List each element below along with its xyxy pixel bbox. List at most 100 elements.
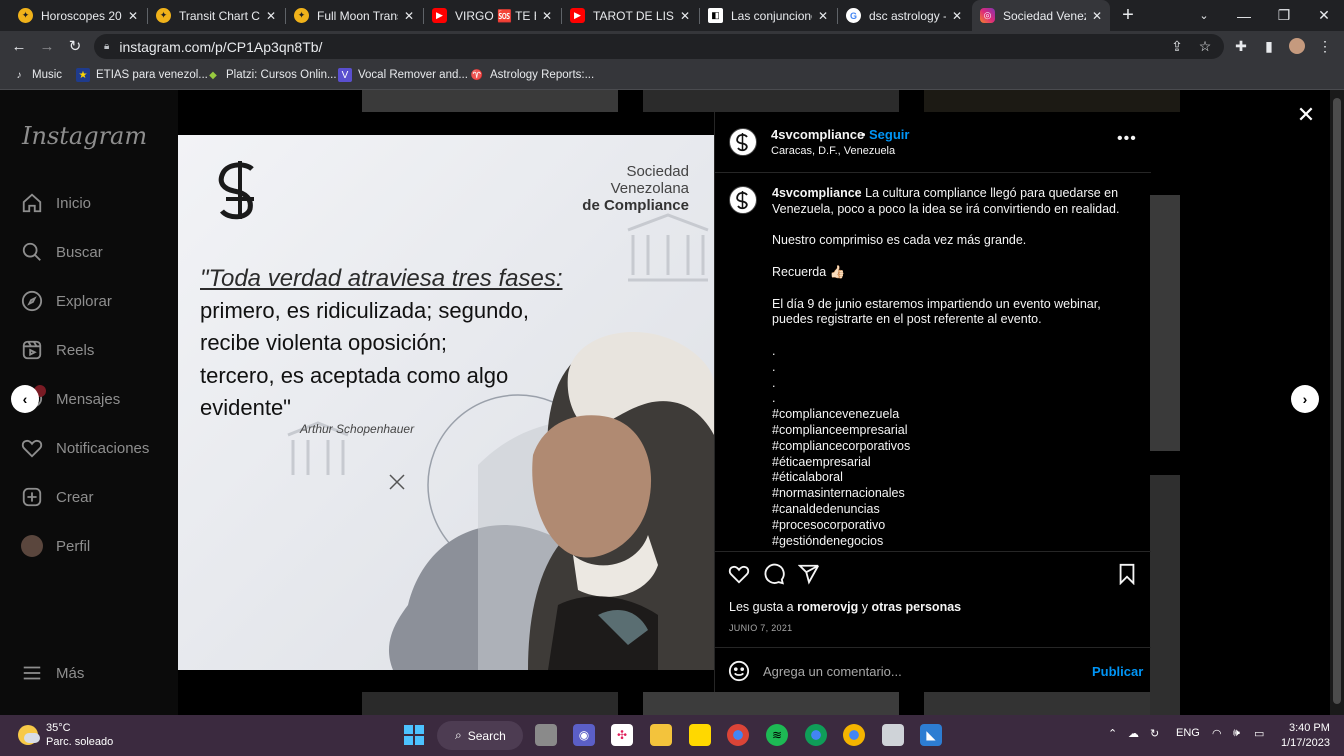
nav-notificaciones[interactable]: Notificaciones bbox=[20, 433, 149, 463]
share-send-icon[interactable] bbox=[797, 562, 821, 586]
sticky-notes-icon[interactable] bbox=[689, 724, 711, 746]
nav-reels[interactable]: Reels bbox=[20, 335, 94, 365]
system-clock[interactable]: 3:40 PM 1/17/2023 bbox=[1281, 721, 1330, 751]
weather-widget[interactable]: 35°C Parc. soleado bbox=[18, 721, 113, 749]
post-author-avatar[interactable] bbox=[729, 128, 757, 156]
post-date: JUNIO 7, 2021 bbox=[729, 623, 793, 633]
chrome-active-icon[interactable] bbox=[843, 724, 865, 746]
bookmark-platzi[interactable]: ◆ Platzi: Cursos Onlin... bbox=[206, 61, 336, 89]
minimize-icon[interactable]: — bbox=[1224, 0, 1264, 31]
publish-comment-button[interactable]: Publicar bbox=[1092, 664, 1143, 679]
photos-icon[interactable]: ◣ bbox=[920, 724, 942, 746]
url-bar[interactable]: 🔒︎ instagram.com/p/CP1Ap3qn8Tb/ bbox=[94, 34, 1224, 59]
file-explorer-icon[interactable] bbox=[650, 724, 672, 746]
nav-perfil[interactable]: Perfil bbox=[20, 531, 90, 561]
save-bookmark-icon[interactable] bbox=[1115, 562, 1139, 586]
sync-icon[interactable]: ↻ bbox=[1150, 727, 1159, 740]
close-tab-icon[interactable]: ✕ bbox=[404, 9, 414, 23]
tab-virgo[interactable]: ▶ VIRGO 🆘 TE HAN ✕ bbox=[424, 0, 560, 31]
bookmark-astrology-reports[interactable]: ♈ Astrology Reports:... bbox=[470, 61, 594, 89]
post-location[interactable]: Caracas, D.F., Venezuela bbox=[771, 145, 895, 157]
chrome-icon[interactable] bbox=[727, 724, 749, 746]
cloud-icon[interactable]: ☁ bbox=[1128, 727, 1139, 740]
hashtag-link[interactable]: #normasinternacionales bbox=[772, 486, 1132, 502]
volume-icon[interactable]: 🕪︎ bbox=[1233, 727, 1240, 740]
teams-chat-icon[interactable]: ◉ bbox=[573, 724, 595, 746]
reload-icon[interactable]: ↻ bbox=[64, 35, 86, 57]
extensions-icon[interactable]: ✚ bbox=[1230, 35, 1252, 57]
restore-icon[interactable]: ❐ bbox=[1264, 0, 1304, 31]
previous-post-button[interactable]: ‹ bbox=[11, 385, 39, 413]
sidepanel-icon[interactable]: ▮ bbox=[1258, 35, 1280, 57]
task-view-icon[interactable] bbox=[535, 724, 557, 746]
instagram-logo[interactable]: Instagram bbox=[22, 122, 147, 150]
hashtag-link[interactable]: #complianceempresarial bbox=[772, 423, 1132, 439]
profile-avatar[interactable] bbox=[1286, 35, 1308, 57]
app-notification-icon[interactable] bbox=[882, 724, 904, 746]
tab-conjunciones[interactable]: ◧ Las conjunciones ✕ bbox=[700, 0, 836, 31]
nav-crear[interactable]: Crear bbox=[20, 482, 94, 512]
battery-icon[interactable]: ▭ bbox=[1254, 727, 1264, 740]
feed-thumbnail bbox=[1150, 475, 1180, 715]
back-icon[interactable]: ← bbox=[8, 35, 30, 57]
caption-author-avatar[interactable] bbox=[729, 186, 757, 214]
hashtag-link[interactable]: #compliancecorporativos bbox=[772, 439, 1132, 455]
nav-explorar[interactable]: Explorar bbox=[20, 286, 112, 316]
quote-line: recibe violenta oposición; bbox=[200, 330, 448, 355]
language-indicator[interactable]: ENG bbox=[1176, 727, 1200, 739]
close-tab-icon[interactable]: ✕ bbox=[952, 9, 962, 23]
next-post-button[interactable]: › bbox=[1291, 385, 1319, 413]
tab-tarot[interactable]: ▶ TAROT DE LISS - V ✕ bbox=[562, 0, 698, 31]
comment-icon[interactable] bbox=[762, 562, 786, 586]
page-scrollbar[interactable] bbox=[1330, 90, 1344, 715]
emoji-icon[interactable] bbox=[727, 659, 751, 683]
like-heart-icon[interactable] bbox=[727, 562, 751, 586]
tab-dsc-astrology[interactable]: G dsc astrology - Bu ✕ bbox=[838, 0, 970, 31]
close-tab-icon[interactable]: ✕ bbox=[542, 9, 552, 23]
wifi-icon[interactable]: ◠ bbox=[1212, 727, 1222, 740]
taskbar-search[interactable]: ⌕ Search bbox=[437, 721, 523, 750]
close-tab-icon[interactable]: ✕ bbox=[818, 9, 828, 23]
hashtag-link[interactable]: #procesocorporativo bbox=[772, 518, 1132, 534]
tray-overflow-icon[interactable]: ⌃ bbox=[1108, 727, 1117, 740]
tab-instagram[interactable]: ◎ Sociedad Venezo ✕ bbox=[972, 0, 1110, 31]
hashtag-link[interactable]: #compliancevenezuela bbox=[772, 407, 1132, 423]
hashtag-link[interactable]: #gestióndenegocios bbox=[772, 534, 1132, 550]
forward-icon[interactable]: → bbox=[36, 35, 58, 57]
post-image[interactable]: Sociedad Venezolana de Compliance "Toda … bbox=[178, 135, 714, 670]
hashtag-link[interactable]: #éticalaboral bbox=[772, 470, 1132, 486]
bookmark-star-icon[interactable]: ☆ bbox=[1194, 35, 1216, 57]
likes-summary[interactable]: Les gusta a romerovjg y otras personas bbox=[729, 600, 961, 614]
tab-transit-chart[interactable]: ✦ Transit Chart Calc ✕ bbox=[148, 0, 284, 31]
bookmark-music[interactable]: ♪ Music bbox=[12, 61, 63, 89]
comment-input[interactable]: Agrega un comentario... bbox=[763, 664, 902, 679]
share-icon[interactable]: ⇪ bbox=[1166, 35, 1188, 57]
chrome-profile-icon[interactable] bbox=[805, 724, 827, 746]
new-tab-icon[interactable]: + bbox=[1108, 0, 1148, 31]
caption-username[interactable]: 4svcompliance bbox=[772, 186, 862, 200]
hashtag-link[interactable]: #éticaempresarial bbox=[772, 455, 1132, 471]
close-tab-icon[interactable]: ✕ bbox=[266, 9, 276, 23]
nav-inicio[interactable]: Inicio bbox=[20, 188, 91, 218]
hashtag-link[interactable]: #canaldedenuncias bbox=[772, 502, 1132, 518]
post-author-username[interactable]: 4svcompliance bbox=[771, 127, 864, 142]
more-options-icon[interactable]: ••• bbox=[1117, 130, 1137, 148]
slack-icon[interactable]: ✣ bbox=[611, 724, 633, 746]
page-icon: ◧ bbox=[708, 8, 723, 23]
close-modal-icon[interactable]: ✕ bbox=[1294, 102, 1318, 127]
tab-search-icon[interactable]: ⌄ bbox=[1184, 0, 1224, 31]
close-tab-icon[interactable]: ✕ bbox=[128, 9, 138, 23]
window-close-icon[interactable]: ✕ bbox=[1304, 0, 1344, 31]
bookmark-vocal-remover[interactable]: V Vocal Remover and... bbox=[338, 61, 468, 89]
nav-mas[interactable]: Más bbox=[20, 658, 84, 688]
follow-button[interactable]: Seguir bbox=[869, 127, 909, 142]
windows-start-icon[interactable] bbox=[403, 724, 425, 746]
bookmark-etias[interactable]: ★ ETIAS para venezol... bbox=[76, 61, 208, 89]
browser-menu-icon[interactable]: ⋮ bbox=[1314, 35, 1336, 57]
tab-horoscopes[interactable]: ✦ Horoscopes 2023 ✕ bbox=[10, 0, 146, 31]
tab-full-moon[interactable]: ✦ Full Moon Transit ✕ bbox=[286, 0, 422, 31]
close-tab-icon[interactable]: ✕ bbox=[680, 9, 690, 23]
spotify-icon[interactable]: ≋ bbox=[766, 724, 788, 746]
close-tab-icon[interactable]: ✕ bbox=[1092, 9, 1102, 23]
nav-buscar[interactable]: Buscar bbox=[20, 237, 103, 267]
